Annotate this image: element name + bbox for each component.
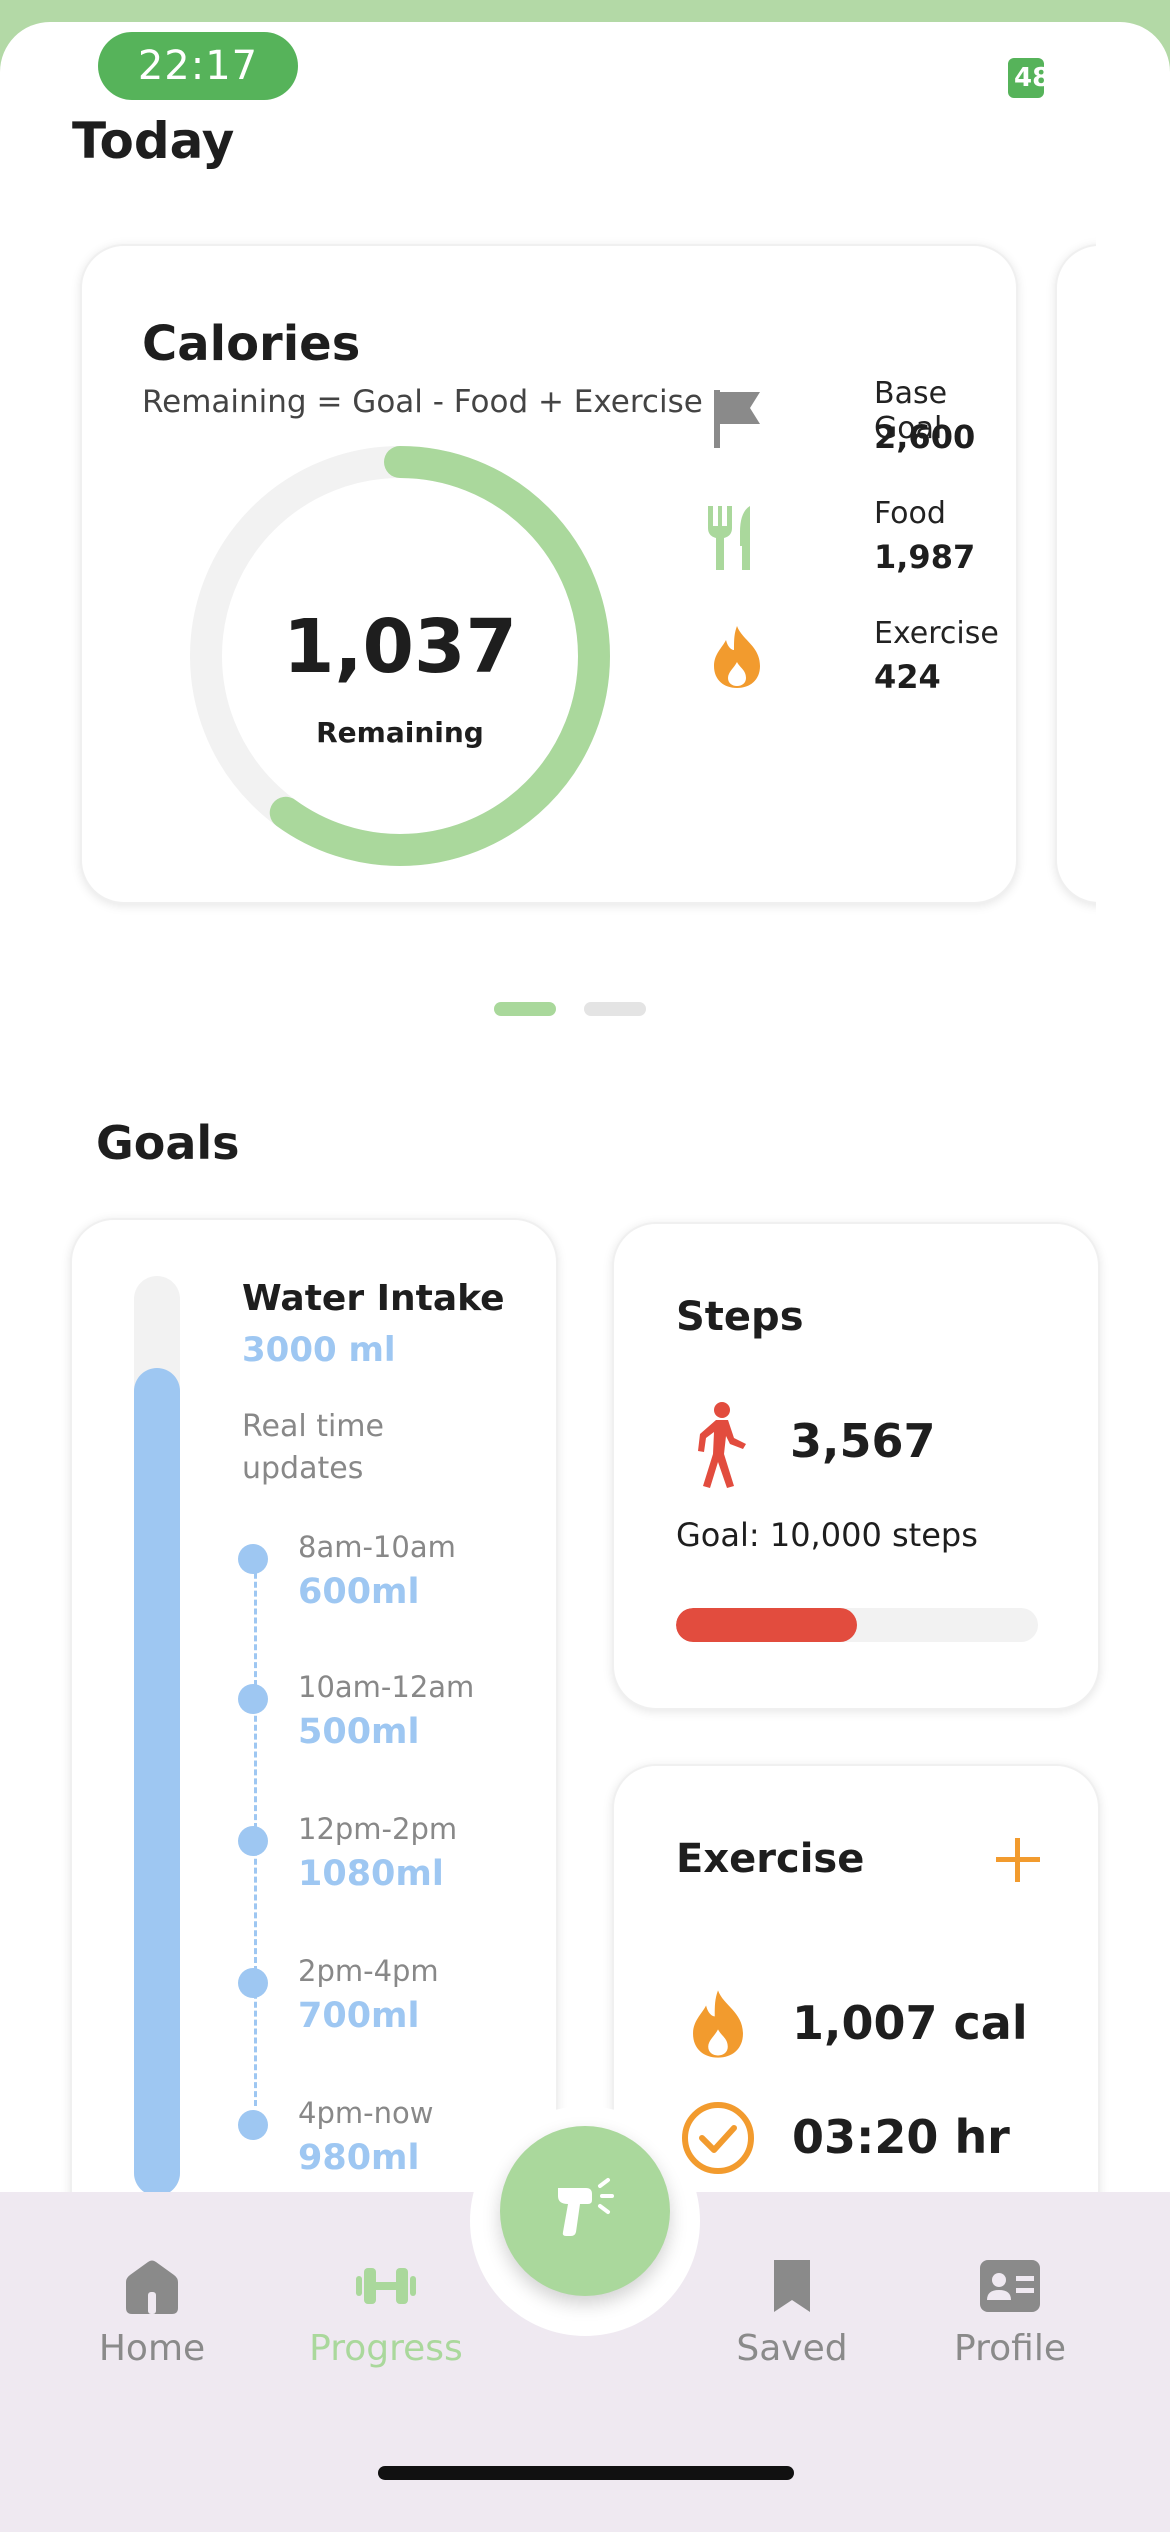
exercise-duration: 03:20 hr — [792, 2110, 1010, 2164]
entry-time: 12pm-2pm — [298, 1812, 458, 1846]
calories-formula: Remaining = Goal - Food + Exercise — [142, 384, 703, 420]
calories-card[interactable]: Calories Remaining = Goal - Food + Exerc… — [80, 244, 1018, 904]
timeline-dot — [238, 1968, 268, 1998]
stat-exercise: Exercise 424 — [702, 616, 1002, 706]
app-screen: 22:17 48 Today Calories Remaining = Goal… — [0, 22, 1170, 2532]
water-entry: 8am-10am 600ml — [238, 1530, 538, 1620]
stat-value: 1,987 — [874, 538, 976, 576]
entry-amount: 600ml — [298, 1572, 420, 1612]
steps-card[interactable]: Steps 3,567 Goal: 10,000 steps — [612, 1222, 1100, 1710]
status-time: 22:17 — [98, 32, 298, 100]
steps-count: 3,567 — [790, 1414, 936, 1468]
goals-title: Goals — [96, 1116, 240, 1170]
water-progress-fill — [134, 1368, 180, 2196]
scan-button[interactable] — [500, 2126, 670, 2296]
timeline-dot — [238, 1826, 268, 1856]
stat-value: 2,600 — [874, 418, 976, 456]
entry-amount: 700ml — [298, 1996, 420, 2036]
dumbbell-icon — [356, 2268, 416, 2304]
nav-home[interactable]: Home — [52, 2254, 252, 2394]
nav-progress[interactable]: Progress — [286, 2254, 486, 2394]
flame-icon — [693, 1990, 743, 2058]
add-exercise-button[interactable] — [988, 1830, 1048, 1890]
nav-saved[interactable]: Saved — [692, 2254, 892, 2394]
entry-amount: 500ml — [298, 1712, 420, 1752]
nav-label: Saved — [736, 2328, 848, 2369]
exercise-duration-row: 03:20 hr — [680, 2100, 1080, 2180]
utensils-icon — [708, 506, 750, 570]
page-title: Today — [72, 112, 235, 170]
nav-label: Progress — [309, 2328, 463, 2369]
steps-goal: Goal: 10,000 steps — [676, 1516, 978, 1554]
water-entry: 2pm-4pm 700ml — [238, 1954, 538, 2044]
exercise-calories: 1,007 cal — [792, 1996, 1028, 2050]
water-title: Water Intake — [242, 1278, 505, 1319]
bookmark-icon — [774, 2260, 810, 2312]
stat-label: Exercise — [874, 616, 999, 651]
stat-food: Food 1,987 — [702, 496, 1002, 586]
exercise-title: Exercise — [676, 1836, 865, 1882]
water-amount: 3000 ml — [242, 1330, 396, 1370]
carousel-dot[interactable] — [584, 1002, 646, 1016]
nav-label: Home — [98, 2328, 206, 2369]
timeline-dot — [238, 1544, 268, 1574]
flag-icon — [714, 390, 760, 448]
entry-amount: 1080ml — [298, 1854, 444, 1894]
stat-value: 424 — [874, 658, 941, 696]
entry-amount: 980ml — [298, 2138, 420, 2178]
steps-progress-bar — [676, 1608, 1038, 1642]
home-indicator — [378, 2466, 794, 2480]
water-note: Real time updates — [242, 1409, 384, 1486]
check-circle-icon — [682, 2102, 754, 2174]
entry-time: 2pm-4pm — [298, 1954, 439, 1988]
entry-time: 10am-12am — [298, 1670, 475, 1704]
steps-title: Steps — [676, 1294, 804, 1340]
remaining-value: 1,037 — [282, 604, 518, 690]
scanner-icon — [558, 2178, 614, 2236]
walking-person-icon — [698, 1402, 746, 1488]
profile-card-icon — [980, 2260, 1040, 2312]
carousel-dot-active[interactable] — [494, 1002, 556, 1016]
steps-progress-fill — [676, 1608, 857, 1642]
timeline-dot — [238, 2110, 268, 2140]
nav-profile[interactable]: Profile — [910, 2254, 1110, 2394]
carousel-edge — [1096, 222, 1170, 942]
flame-icon — [714, 626, 760, 688]
entry-time: 4pm-now — [298, 2096, 434, 2130]
water-progress-track — [134, 1276, 180, 2196]
water-entry: 12pm-2pm 1080ml — [238, 1812, 538, 1902]
stat-base-goal: Base Goal 2,600 — [702, 376, 1002, 466]
water-entry: 10am-12am 500ml — [238, 1670, 538, 1760]
battery-indicator: 48 — [1008, 58, 1044, 98]
exercise-calories-row: 1,007 cal — [680, 1986, 1080, 2066]
remaining-label: Remaining — [316, 716, 484, 749]
nav-label: Profile — [954, 2328, 1066, 2369]
timeline-dot — [238, 1684, 268, 1714]
stat-label: Food — [874, 496, 946, 531]
home-icon — [126, 2260, 178, 2314]
entry-time: 8am-10am — [298, 1530, 456, 1564]
calories-title: Calories — [142, 316, 361, 372]
